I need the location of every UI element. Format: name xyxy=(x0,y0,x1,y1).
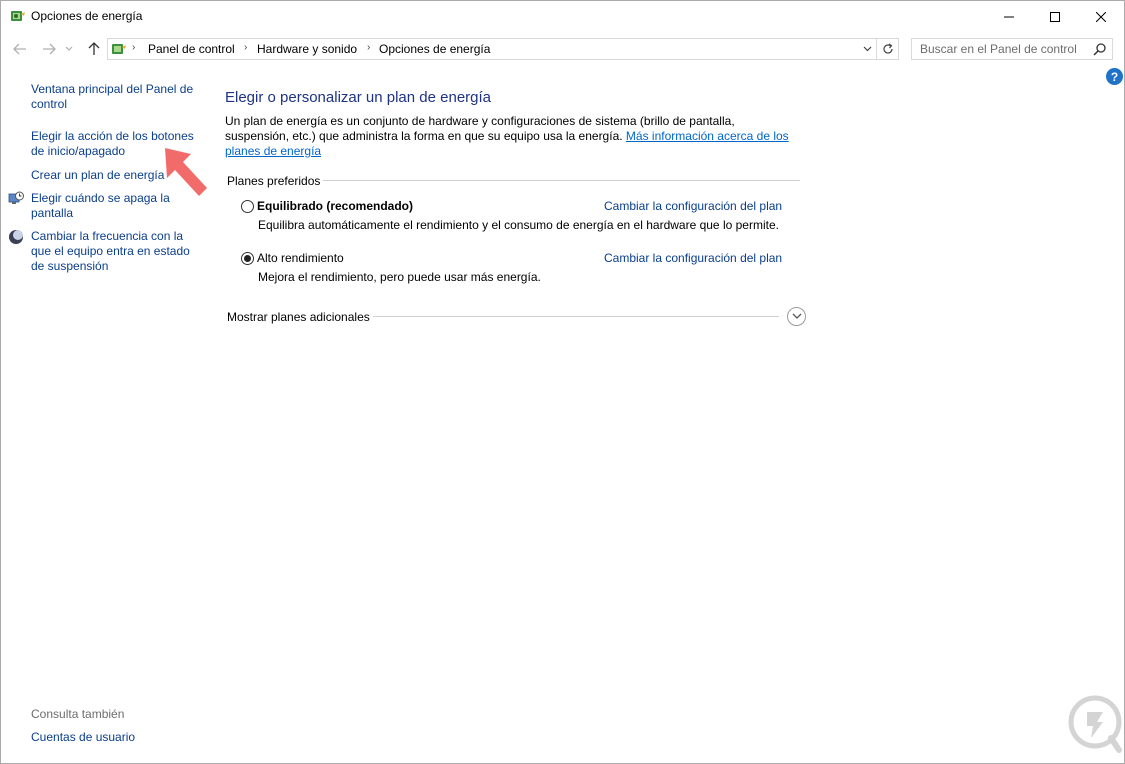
plan-high-performance-name[interactable]: Alto rendimiento xyxy=(257,251,344,265)
minimize-icon xyxy=(1004,16,1014,17)
recent-locations-button[interactable] xyxy=(62,38,76,60)
power-options-icon xyxy=(11,11,25,21)
moon-icon xyxy=(9,230,23,244)
page-description: Un plan de energía es un conjunto de har… xyxy=(225,114,795,159)
back-button[interactable] xyxy=(9,38,31,60)
address-bar[interactable]: › Panel de control › Hardware y sonido ›… xyxy=(107,38,877,60)
breadcrumb-hardware-sound[interactable]: Hardware y sonido xyxy=(257,42,357,56)
search-icon xyxy=(1093,43,1106,56)
plan-balanced-radio[interactable] xyxy=(241,200,254,213)
help-icon: ? xyxy=(1110,69,1119,84)
minimize-button[interactable] xyxy=(986,1,1032,32)
power-options-window: Opciones de energía › Panel de control ›… xyxy=(0,0,1125,764)
sidebar-item-control-panel-home[interactable]: Ventana principal del Panel de control xyxy=(31,82,201,112)
navigation-bar: › Panel de control › Hardware y sonido ›… xyxy=(1,32,1124,66)
plan-high-performance-description: Mejora el rendimiento, pero puede usar m… xyxy=(258,270,541,284)
monitor-clock-icon xyxy=(8,191,24,204)
plan-balanced-description: Equilibra automáticamente el rendimiento… xyxy=(258,218,779,232)
plan-high-performance-change-link[interactable]: Cambiar la configuración del plan xyxy=(604,251,782,265)
expand-button[interactable] xyxy=(787,307,806,326)
divider xyxy=(323,180,800,181)
sidebar-item-sleep-frequency[interactable]: Cambiar la frecuencia con la que el equi… xyxy=(31,229,201,274)
search-box[interactable]: Buscar en el Panel de control xyxy=(911,38,1113,60)
maximize-button[interactable] xyxy=(1032,1,1078,32)
watermark-logo-icon xyxy=(1068,695,1122,753)
user-accounts-link[interactable]: Cuentas de usuario xyxy=(31,730,135,744)
preferred-plans-label: Planes preferidos xyxy=(227,174,321,188)
breadcrumb-control-panel[interactable]: Panel de control xyxy=(148,42,235,56)
control-panel-icon xyxy=(112,44,126,54)
see-also-heading: Consulta también xyxy=(31,707,125,721)
title-bar: Opciones de energía xyxy=(1,1,1124,32)
chevron-down-icon xyxy=(792,313,801,319)
chevron-down-icon xyxy=(863,46,871,52)
chevron-down-icon xyxy=(65,46,73,51)
chevron-right-icon: › xyxy=(367,42,371,53)
plan-balanced-name[interactable]: Equilibrado (recomendado) xyxy=(257,199,413,213)
breadcrumb-power-options[interactable]: Opciones de energía xyxy=(379,42,490,56)
window-title: Opciones de energía xyxy=(31,9,143,23)
search-placeholder: Buscar en el Panel de control xyxy=(920,42,1077,56)
up-button[interactable] xyxy=(83,38,105,60)
close-button[interactable] xyxy=(1078,1,1124,32)
divider xyxy=(373,316,779,317)
chevron-right-icon: › xyxy=(132,42,136,53)
up-arrow-icon xyxy=(88,42,100,55)
show-additional-plans-label[interactable]: Mostrar planes adicionales xyxy=(227,310,370,324)
refresh-icon xyxy=(882,43,893,54)
radio-selected-dot xyxy=(244,255,251,262)
refresh-button[interactable] xyxy=(877,38,899,60)
plan-high-performance-radio[interactable] xyxy=(241,252,254,265)
maximize-icon xyxy=(1050,11,1060,22)
page-title: Elegir o personalizar un plan de energía xyxy=(225,89,492,106)
back-arrow-icon xyxy=(13,43,26,55)
annotation-arrow-icon xyxy=(165,148,207,196)
chevron-right-icon: › xyxy=(244,42,248,53)
help-button[interactable]: ? xyxy=(1106,68,1123,85)
forward-arrow-icon xyxy=(43,43,56,55)
address-dropdown-button[interactable] xyxy=(858,39,876,59)
plan-balanced-change-link[interactable]: Cambiar la configuración del plan xyxy=(604,199,782,213)
forward-button[interactable] xyxy=(38,38,60,60)
close-icon xyxy=(1096,11,1106,22)
